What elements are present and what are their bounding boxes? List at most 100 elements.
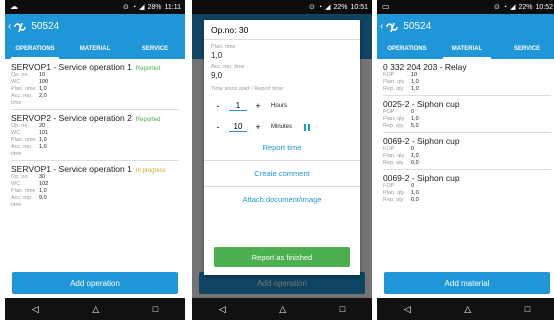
attach-document-button[interactable]: Attach document/image xyxy=(204,190,360,209)
app-logo-icon xyxy=(14,22,27,32)
home-nav-icon[interactable]: △ xyxy=(464,304,471,315)
alarm-icon: ⊙ xyxy=(123,4,129,11)
tab-operations[interactable]: OPERATIONS xyxy=(377,39,437,59)
material-name: 0025-2 - Siphon cup xyxy=(383,99,460,109)
minutes-minus-button[interactable]: - xyxy=(211,122,225,132)
time-since-label: Time since start / Report time: xyxy=(211,86,285,92)
field-value: 2,0 xyxy=(39,93,47,99)
signal-icon: ◢ xyxy=(139,4,145,11)
report-time-button[interactable]: Report time xyxy=(204,138,360,157)
field-value: 10 xyxy=(411,72,418,78)
material-item[interactable]: 0069-2 - Siphon cup FOP 0 Plan. qty 1,0 Re… xyxy=(383,133,551,170)
back-nav-icon[interactable]: ◁ xyxy=(32,304,39,315)
divider xyxy=(204,160,360,161)
minutes-label: Minutes xyxy=(271,124,293,130)
app-bar: ‹ 50524 xyxy=(377,14,554,39)
app-logo-icon xyxy=(386,22,399,32)
pause-icon[interactable] xyxy=(304,123,311,131)
home-nav-icon[interactable]: △ xyxy=(279,304,286,315)
field-label: Acc. rep. time xyxy=(11,195,33,208)
signal-icon: ◢ xyxy=(325,4,331,11)
material-item[interactable]: 0025-2 - Siphon cup FOP 0 Plan. qty 1,0 Re… xyxy=(383,96,551,133)
wifi-icon: ◔ xyxy=(502,3,508,11)
tab-material[interactable]: MATERIAL xyxy=(437,39,497,59)
field-value: 101 xyxy=(39,130,49,136)
field-label: Acc. rep. time xyxy=(11,93,33,106)
field-value: 1,0 xyxy=(411,116,419,122)
field-label: Rep. qty xyxy=(383,123,404,129)
wifi-icon: ◔ xyxy=(131,3,137,11)
status-badge: In progress xyxy=(135,168,166,174)
field-label: WC xyxy=(11,181,21,187)
report-finished-button[interactable]: Report as finished xyxy=(214,247,350,267)
battery-level: 28% xyxy=(147,3,162,11)
field-label: Plan. qty xyxy=(383,153,405,159)
operation-item[interactable]: SERVOP1 - Service operation 1 Reported Op… xyxy=(11,59,179,110)
plan-time-value: 1,0 xyxy=(211,51,223,60)
material-item[interactable]: 0 332 204 203 - Relay FOP 10 Plan. qty 1,0… xyxy=(383,59,551,96)
field-label: Op. no. xyxy=(11,72,30,78)
phone-operations: ☁ ⊙ ◔ ◢ 28% 11:11 ‹ 50524 OPERATIONS MAT… xyxy=(5,0,185,320)
field-value: 1,0 xyxy=(411,190,419,196)
hours-input[interactable]: 1 xyxy=(229,101,247,111)
add-operation-button[interactable]: Add operation xyxy=(12,272,178,294)
alarm-icon: ⊙ xyxy=(493,4,500,11)
clock-time: 10:52 xyxy=(535,3,553,11)
hours-label: Hours xyxy=(271,103,288,109)
hours-minus-button[interactable]: - xyxy=(211,101,225,111)
field-value: 100 xyxy=(39,79,49,85)
status-bar: ☁ ⊙ ◔ ◢ 28% 11:11 xyxy=(5,0,185,14)
recents-nav-icon[interactable]: □ xyxy=(153,304,158,314)
operation-name: SERVOP1 - Service operation 1 xyxy=(11,164,132,174)
back-icon[interactable]: ‹ xyxy=(8,21,11,32)
add-material-button[interactable]: Add material xyxy=(384,272,550,294)
plan-time-label: Plan. time xyxy=(211,44,236,50)
battery-level: 22% xyxy=(518,3,533,11)
status-badge: Reported xyxy=(135,66,161,72)
minutes-plus-button[interactable]: + xyxy=(251,122,265,132)
field-value: 1,0 xyxy=(39,188,47,194)
operation-name: SERVOP1 - Service operation 1 xyxy=(11,62,132,72)
back-nav-icon[interactable]: ◁ xyxy=(219,304,226,315)
phone-material: ▭ ⊙ ◔ ◢ 22% 10:52 ‹ 50524 OPERATIONS MAT… xyxy=(377,0,554,320)
material-list: 0 332 204 203 - Relay FOP 10 Plan. qty 1,0… xyxy=(377,59,554,206)
create-comment-button[interactable]: Create comment xyxy=(204,164,360,183)
field-value: 102 xyxy=(39,181,49,187)
divider xyxy=(204,186,360,187)
notification-icon: ▭ xyxy=(382,2,390,11)
android-nav-bar: ◁ △ □ xyxy=(377,298,554,320)
battery-level: 22% xyxy=(333,3,348,11)
operation-item[interactable]: SERVOP2 - Service operation 2 Reported Op… xyxy=(11,110,179,161)
material-item[interactable]: 0069-2 - Siphon cup FOP 0 Plan. qty 1,0 Re… xyxy=(383,170,551,206)
report-dialog: Op.no: 30 Plan. time 1,0 Acc. rep. time … xyxy=(204,20,360,275)
android-nav-bar: ◁ △ □ xyxy=(5,298,185,320)
status-bar: ▭ ⊙ ◔ ◢ 22% 10:52 xyxy=(377,0,554,14)
operation-item[interactable]: SERVOP1 - Service operation 1 In progress… xyxy=(11,161,179,211)
home-nav-icon[interactable]: △ xyxy=(92,304,99,315)
field-label: Rep. qty xyxy=(383,197,404,203)
field-label: Plan. time xyxy=(11,188,36,194)
tab-material[interactable]: MATERIAL xyxy=(65,39,125,59)
back-nav-icon[interactable]: ◁ xyxy=(404,304,411,315)
back-icon[interactable]: ‹ xyxy=(380,21,383,32)
tab-service[interactable]: SERVICE xyxy=(125,39,185,59)
field-value: 0 xyxy=(411,183,415,189)
app-bar: ‹ 50524 xyxy=(5,14,185,39)
field-label: Op. no. xyxy=(11,174,30,180)
hours-plus-button[interactable]: + xyxy=(251,101,265,111)
notification-icon: ☁ xyxy=(10,2,18,11)
dialog-title: Op.no: 30 xyxy=(204,20,360,40)
tab-service[interactable]: SERVICE xyxy=(497,39,554,59)
clock-time: 11:11 xyxy=(164,3,181,11)
field-value: 1,0 xyxy=(39,137,47,143)
recents-nav-icon[interactable]: □ xyxy=(525,304,530,314)
material-name: 0 332 204 203 - Relay xyxy=(383,62,467,72)
tab-operations[interactable]: OPERATIONS xyxy=(5,39,65,59)
acc-rep-time-value: 9,0 xyxy=(211,71,223,80)
field-label: Plan. qty xyxy=(383,116,405,122)
android-nav-bar: ◁ △ □ xyxy=(192,298,372,320)
recents-nav-icon[interactable]: □ xyxy=(340,304,345,314)
minutes-input[interactable]: 10 xyxy=(229,122,247,132)
operation-name: SERVOP2 - Service operation 2 xyxy=(11,113,132,123)
field-label: Rep. qty xyxy=(383,160,404,166)
